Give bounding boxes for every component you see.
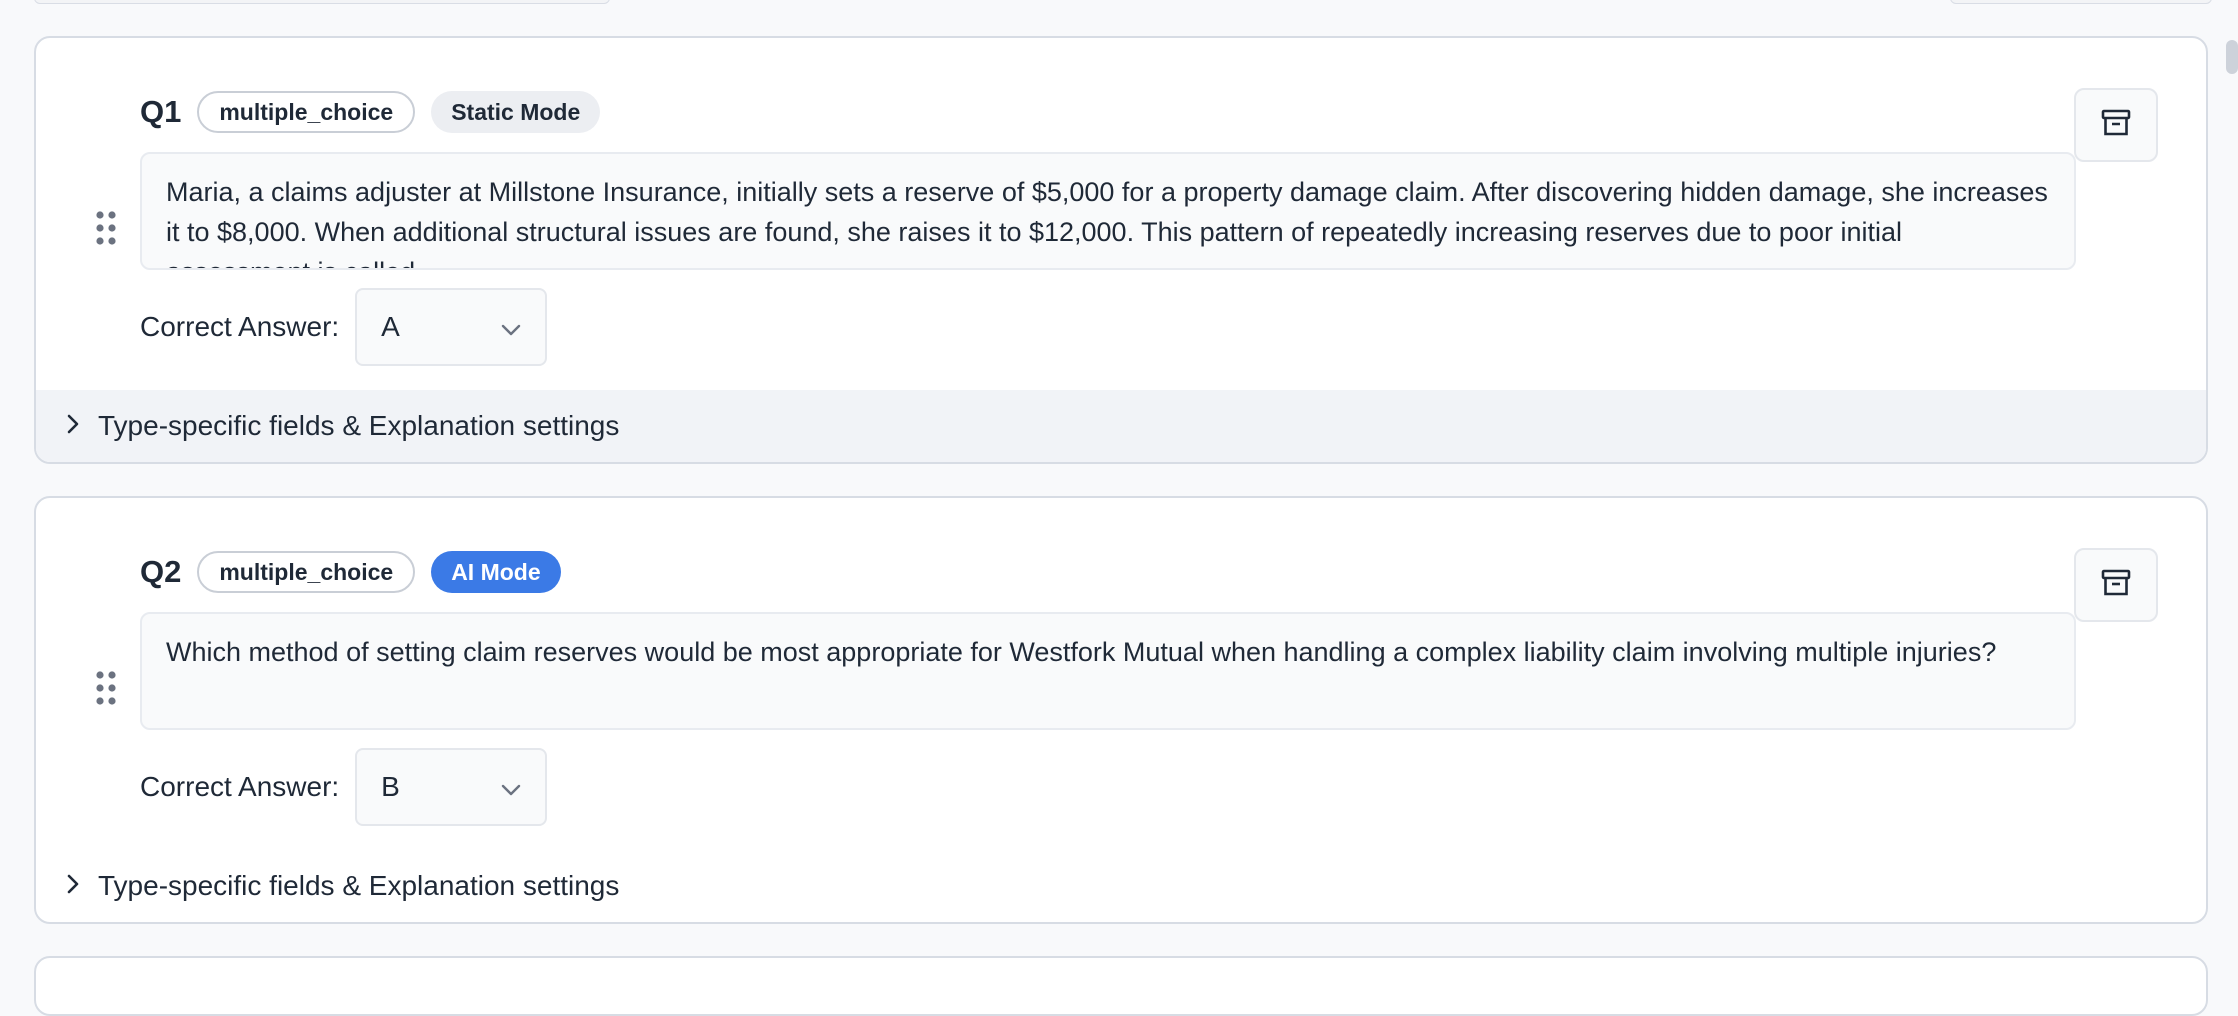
question-number: Q1	[140, 94, 182, 129]
question-card-1: Q1 multiple_choice Static Mode Maria, a …	[34, 36, 2208, 464]
correct-answer-value: A	[381, 311, 400, 342]
previous-row-stub-left	[34, 0, 610, 4]
correct-answer-label: Correct Answer:	[140, 311, 340, 342]
correct-answer-row: Correct Answer: B	[140, 748, 548, 826]
details-toggle-label: Type-specific fields & Explanation setti…	[98, 870, 620, 901]
archive-button[interactable]	[2074, 88, 2158, 162]
chevron-right-icon	[66, 873, 80, 900]
correct-answer-select[interactable]: B	[355, 748, 548, 826]
archive-icon	[2101, 109, 2131, 142]
mode-badge[interactable]: AI Mode	[431, 551, 561, 593]
question-card-3	[34, 956, 2208, 1016]
question-header: Q2 multiple_choice AI Mode	[140, 550, 577, 594]
question-header: Q1 multiple_choice Static Mode	[140, 90, 616, 134]
question-card-2: Q2 multiple_choice AI Mode Which method …	[34, 496, 2208, 924]
details-toggle[interactable]: Type-specific fields & Explanation setti…	[36, 390, 2206, 462]
mode-badge[interactable]: Static Mode	[431, 91, 601, 133]
details-toggle[interactable]: Type-specific fields & Explanation setti…	[36, 850, 2206, 922]
chevron-down-icon	[501, 311, 521, 343]
chevron-down-icon	[501, 771, 521, 803]
question-type-badge: multiple_choice	[197, 551, 416, 593]
archive-icon	[2101, 569, 2131, 602]
question-number: Q2	[140, 554, 182, 589]
chevron-right-icon	[66, 413, 80, 440]
question-text-field[interactable]: Maria, a claims adjuster at Millstone In…	[140, 152, 2076, 270]
drag-handle-icon[interactable]	[94, 210, 118, 246]
drag-handle-icon[interactable]	[94, 670, 118, 706]
details-toggle-label: Type-specific fields & Explanation setti…	[98, 410, 620, 441]
correct-answer-label: Correct Answer:	[140, 771, 340, 802]
correct-answer-row: Correct Answer: A	[140, 288, 548, 366]
previous-row-stub-right	[1950, 0, 2212, 4]
scrollbar-thumb[interactable]	[2226, 40, 2238, 74]
question-type-badge: multiple_choice	[197, 91, 416, 133]
correct-answer-select[interactable]: A	[355, 288, 548, 366]
archive-button[interactable]	[2074, 548, 2158, 622]
question-text-field[interactable]: Which method of setting claim reserves w…	[140, 612, 2076, 730]
correct-answer-value: B	[381, 771, 400, 802]
